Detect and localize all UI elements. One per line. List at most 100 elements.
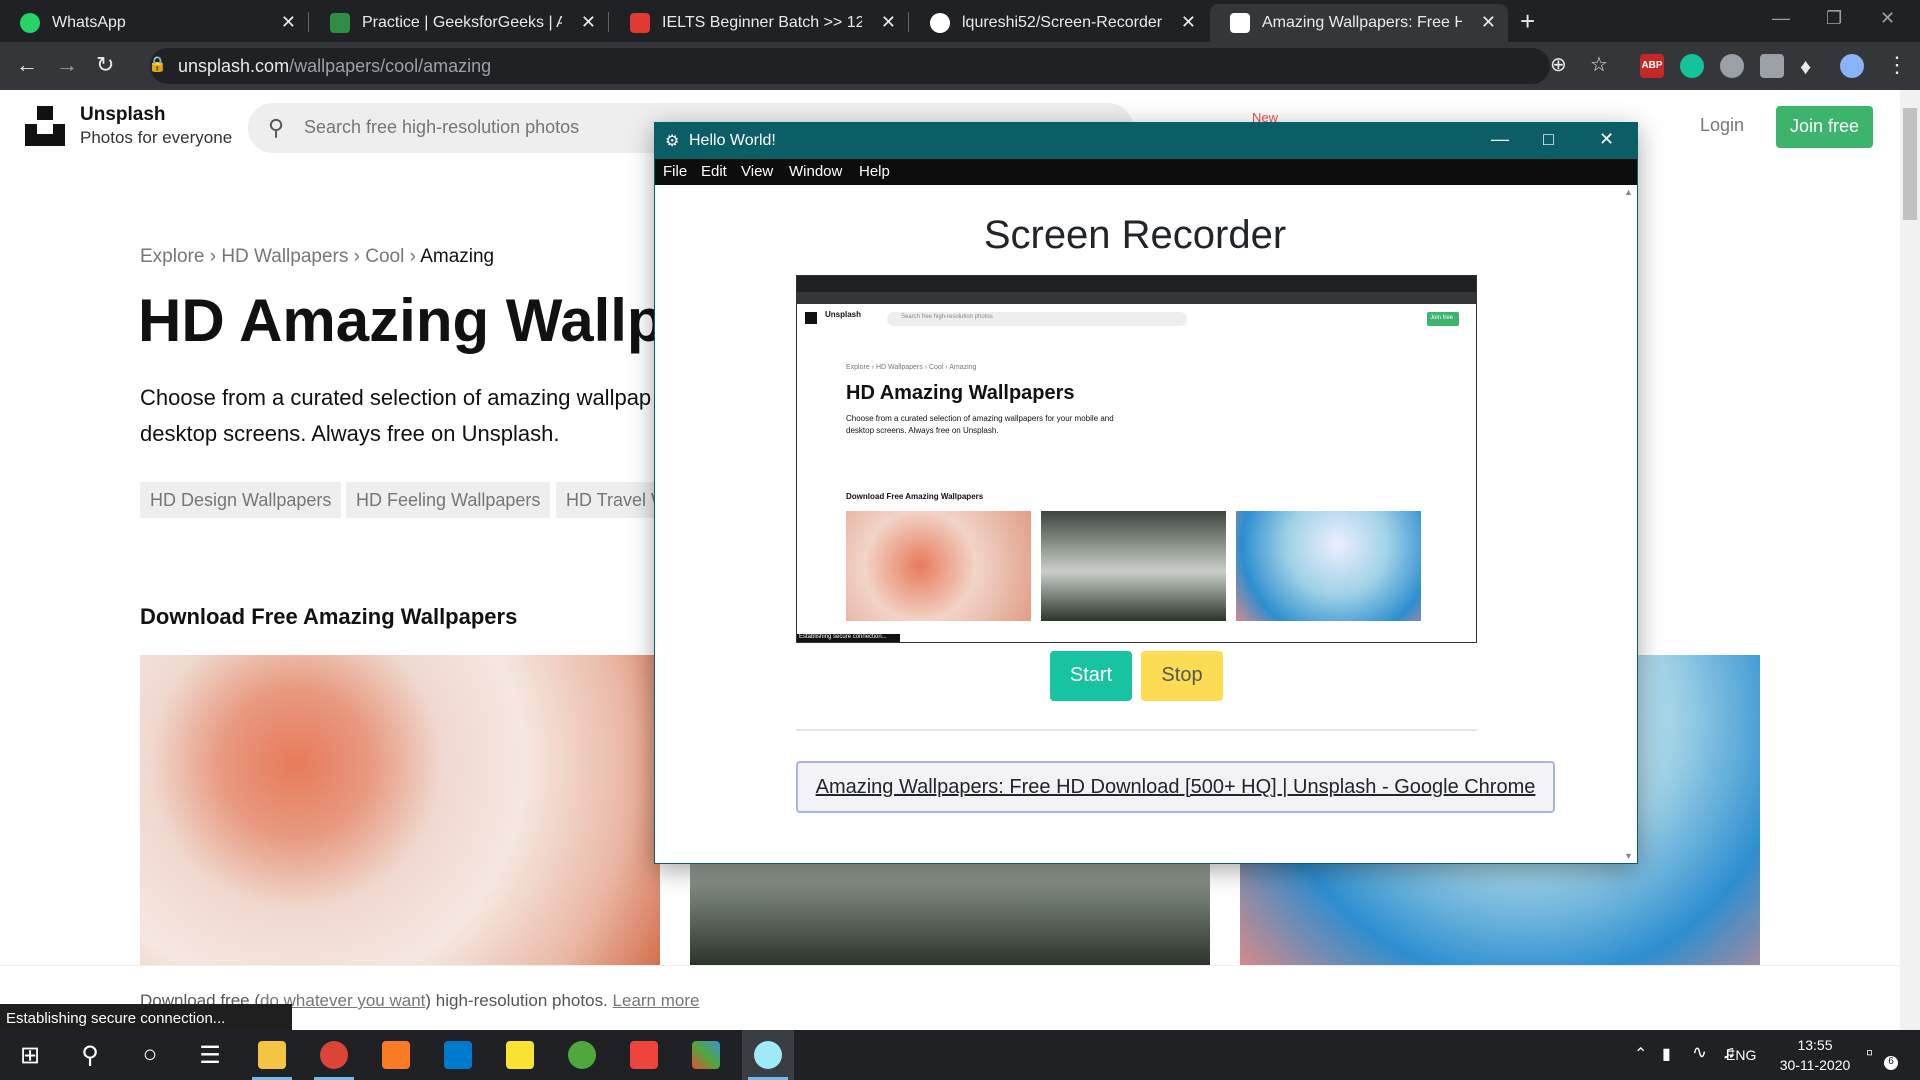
menu-kebab-icon[interactable]: ⋮	[1886, 52, 1908, 78]
address-bar: ← → ↻ 🔒 unsplash.com/wallpapers/cool/ama…	[0, 42, 1920, 90]
tab-github[interactable]: lqureshi52/Screen-Recorder ✕	[910, 4, 1208, 42]
tag-hd-design[interactable]: HD Design Wallpapers	[140, 482, 342, 518]
tab-title: Amazing Wallpapers: Free HD Do	[1262, 14, 1462, 31]
url-field[interactable]: 🔒 unsplash.com/wallpapers/cool/amazing	[148, 48, 1550, 84]
preview-photo-waterfall	[1041, 511, 1226, 621]
tab-ielts[interactable]: IELTS Beginner Batch >> 12 PM & ✕	[610, 4, 908, 42]
restore-icon[interactable]: ❐	[1826, 8, 1842, 29]
unsplash-tab-icon	[1230, 13, 1250, 33]
close-tab-icon[interactable]: ✕	[581, 12, 596, 33]
login-link[interactable]: Login	[1700, 115, 1744, 136]
close-window-icon[interactable]: ✕	[1880, 8, 1895, 29]
close-tab-icon[interactable]: ✕	[1481, 12, 1496, 33]
scroll-down-icon[interactable]: ▼	[1624, 851, 1633, 861]
learn-more-link[interactable]: Learn more	[613, 991, 700, 1010]
clock[interactable]: 13:55 30-11-2020	[1770, 1035, 1860, 1075]
menu-bar: File Edit View Window Help	[655, 159, 1637, 185]
window-titlebar[interactable]: ⚙ Hello World! — □ ✕	[655, 123, 1637, 159]
close-icon[interactable]: ✕	[1599, 129, 1614, 150]
unsplash-logo-icon[interactable]	[25, 106, 65, 146]
xampp-icon[interactable]	[370, 1030, 422, 1080]
date: 30-11-2020	[1779, 1057, 1851, 1073]
battery-icon[interactable]: ▮	[1662, 1044, 1671, 1064]
chevron-up-icon[interactable]: ⌃	[1634, 1044, 1647, 1064]
taskbar: ⊞ ⚲ ○ ☰ ⌃ ▮ ∿ ♫ ENG 13:55 30-11-2020 ▫ 6	[0, 1030, 1920, 1080]
video-source-select[interactable]: Amazing Wallpapers: Free HD Download [50…	[796, 761, 1555, 813]
url-path: /wallpapers/cool/amazing	[289, 56, 492, 76]
whatsapp-icon	[20, 13, 40, 33]
page-description: Choose from a curated selection of amazi…	[140, 385, 652, 446]
tab-whatsapp[interactable]: WhatsApp ✕	[0, 4, 308, 42]
app-heading: Screen Recorder	[983, 213, 1287, 257]
breadcrumb-explore[interactable]: Explore	[140, 246, 204, 267]
download-heading: Download Free Amazing Wallpapers	[140, 604, 518, 629]
breadcrumb: Explore › HD Wallpapers › Cool › Amazing	[140, 246, 495, 267]
scroll-up-icon[interactable]: ▲	[1624, 187, 1633, 197]
adblock-icon[interactable]: ABP	[1640, 54, 1664, 78]
menu-view[interactable]: View	[741, 163, 773, 180]
electron-app-taskbar-icon[interactable]	[742, 1030, 794, 1080]
cortana-icon[interactable]: ○	[124, 1030, 176, 1080]
menu-file[interactable]: File	[663, 163, 687, 180]
minimize-icon[interactable]: —	[1491, 129, 1509, 150]
windows-start-icon[interactable]: ⊞	[4, 1030, 56, 1080]
preview-search: Search free high-resolution photos	[887, 312, 1187, 326]
search-icon[interactable]: ⚲	[64, 1030, 116, 1080]
time: 13:55	[1797, 1037, 1833, 1053]
stop-button[interactable]: Stop	[1141, 651, 1223, 701]
preview-tab-bar	[797, 276, 1476, 292]
browser-status-bar: Establishing secure connection...	[0, 1004, 292, 1032]
app-content: Screen Recorder Unsplash Search free hig…	[655, 185, 1637, 863]
close-tab-icon[interactable]: ✕	[281, 12, 296, 33]
close-tab-icon[interactable]: ✕	[1181, 12, 1196, 33]
tab-geeksforgeeks[interactable]: Practice | GeeksforGeeks | A com ✕	[310, 4, 608, 42]
app-scrollbar[interactable]: ▲ ▼	[1621, 185, 1637, 863]
utorrent-icon[interactable]	[556, 1030, 608, 1080]
search-placeholder: Search free high-resolution photos	[304, 117, 580, 137]
minimize-icon[interactable]: —	[1772, 8, 1790, 29]
wifi-icon[interactable]: ∿	[1692, 1042, 1707, 1063]
back-icon[interactable]: ←	[16, 52, 38, 78]
menu-edit[interactable]: Edit	[701, 163, 727, 180]
scrollbar-thumb[interactable]	[1903, 108, 1917, 220]
page-scrollbar[interactable]	[1900, 90, 1920, 1030]
language-indicator[interactable]: ENG	[1726, 1047, 1756, 1063]
profile-avatar[interactable]	[1840, 54, 1864, 78]
preview-join-button: Join free	[1427, 312, 1459, 326]
breadcrumb-hd-wallpapers[interactable]: HD Wallpapers	[221, 246, 348, 267]
grammarly-icon[interactable]	[1680, 54, 1704, 78]
notification-icon[interactable]: ▫	[1866, 1042, 1873, 1065]
bookmark-star-icon[interactable]: ☆	[1590, 52, 1608, 77]
url-domain: unsplash.com	[178, 56, 290, 76]
chrome-icon[interactable]	[308, 1030, 360, 1080]
maximize-icon[interactable]: □	[1543, 129, 1554, 150]
extensions-puzzle-icon[interactable]: ♦	[1800, 54, 1824, 79]
tab-title: IELTS Beginner Batch >> 12 PM &	[662, 14, 862, 31]
tag-hd-feeling[interactable]: HD Feeling Wallpapers	[346, 482, 551, 518]
electron-app-icon: ⚙	[665, 133, 680, 150]
join-free-button[interactable]: Join free	[1776, 106, 1873, 148]
brand-name: Unsplash	[80, 104, 166, 125]
forward-icon[interactable]: →	[56, 52, 78, 78]
git-icon[interactable]	[680, 1030, 732, 1080]
sticky-notes-icon[interactable]	[494, 1030, 546, 1080]
anydesk-icon[interactable]	[618, 1030, 670, 1080]
new-tab-button[interactable]: +	[1520, 6, 1535, 37]
vscode-icon[interactable]	[432, 1030, 484, 1080]
photo-flowers[interactable]	[140, 655, 660, 965]
camera-icon[interactable]	[1760, 54, 1784, 78]
close-tab-icon[interactable]: ✕	[881, 12, 896, 33]
tab-unsplash[interactable]: Amazing Wallpapers: Free HD Do ✕	[1210, 4, 1508, 42]
notification-count: 6	[1884, 1056, 1898, 1070]
preview-status-bar: Establishing secure connection...	[797, 634, 900, 642]
start-button[interactable]: Start	[1050, 651, 1132, 701]
lock-icon: 🔒	[148, 56, 167, 73]
add-icon[interactable]: ⊕	[1550, 52, 1567, 77]
task-view-icon[interactable]: ☰	[184, 1030, 236, 1080]
file-explorer-icon[interactable]	[246, 1030, 298, 1080]
menu-window[interactable]: Window	[789, 163, 842, 180]
reload-icon[interactable]: ↻	[96, 52, 114, 78]
cloud-extension-icon[interactable]	[1720, 54, 1744, 78]
breadcrumb-cool[interactable]: Cool	[365, 246, 404, 267]
menu-help[interactable]: Help	[859, 163, 890, 180]
